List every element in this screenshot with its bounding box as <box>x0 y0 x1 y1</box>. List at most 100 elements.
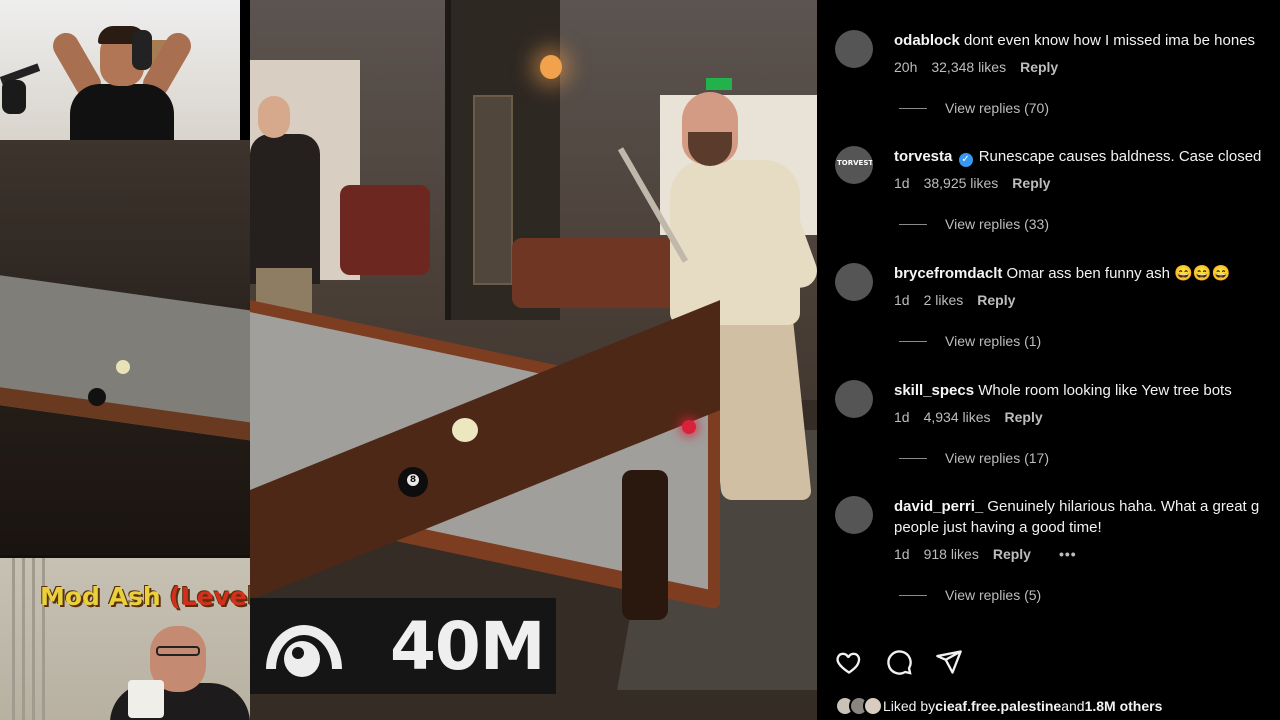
armchair <box>340 185 430 275</box>
comment-time: 1d <box>894 292 910 308</box>
comment-username[interactable]: david_perri_ <box>894 498 983 515</box>
red-light <box>682 420 696 434</box>
comment-username[interactable]: skill_specs <box>894 382 974 399</box>
comment-likes[interactable]: 32,348 likes <box>931 59 1006 75</box>
pool-table-leg <box>622 470 668 620</box>
comment-likes[interactable]: 38,925 likes <box>924 175 999 191</box>
comment-body: brycefromdaclt Omar ass ben funny ash 😄😄… <box>894 263 1280 308</box>
liked-by-prefix: Liked by <box>883 698 936 714</box>
mod-mug <box>128 680 164 718</box>
liked-by-middle: and <box>1061 698 1085 714</box>
bystander-head <box>258 96 290 138</box>
view-replies-dash <box>899 223 927 225</box>
view-replies-dash <box>899 340 927 342</box>
comment-meta: 20h 32,348 likes Reply <box>894 59 1280 75</box>
comment-username[interactable]: torvesta <box>894 148 952 165</box>
reply-button[interactable]: Reply <box>977 292 1015 308</box>
view-replies-button[interactable]: View replies (33) <box>899 216 1049 232</box>
cue-ball <box>452 418 478 442</box>
comment-line: david_perri_ Genuinely hilarious haha. W… <box>894 496 1280 517</box>
streamer-webcam <box>0 0 240 140</box>
comment-line: brycefromdaclt Omar ass ben funny ash 😄😄… <box>894 263 1280 284</box>
comment-meta: 1d 38,925 likes Reply <box>894 175 1280 191</box>
comment-time: 1d <box>894 175 910 191</box>
mod-cam-title-main: Mod Ash <box>40 582 170 611</box>
video-preview-left <box>0 140 250 555</box>
views-overlay: 40M <box>250 598 556 694</box>
comment-line: torvesta ✓ Runescape causes baldness. Ca… <box>894 146 1280 167</box>
comment-time: 1d <box>894 409 910 425</box>
eight-ball-number: 8 <box>407 474 419 486</box>
heart-icon[interactable] <box>835 648 863 676</box>
view-replies-dash <box>899 594 927 596</box>
exit-sign <box>706 78 732 90</box>
comment-username[interactable]: odablock <box>894 32 960 49</box>
verified-badge-icon: ✓ <box>958 153 973 167</box>
comment-text: dont even know how I missed ima be hones <box>964 32 1256 49</box>
view-replies-button[interactable]: View replies (5) <box>899 587 1041 603</box>
avatar[interactable] <box>835 30 873 68</box>
mod-ash-cam: Mod Ash (Level <box>0 555 250 720</box>
bystander-body <box>250 134 320 284</box>
comment-body: david_perri_ Genuinely hilarious haha. W… <box>894 496 1280 562</box>
comment-username[interactable]: brycefromdaclt <box>894 265 1002 282</box>
view-replies-button[interactable]: View replies (1) <box>899 333 1041 349</box>
view-replies-label: View replies (5) <box>945 587 1042 603</box>
view-replies-label: View replies (70) <box>945 100 1050 116</box>
comment-text: Runescape causes baldness. Case closed <box>978 148 1262 165</box>
comment-body: odablock dont even know how I missed ima… <box>894 30 1280 75</box>
comments-panel[interactable]: odablock dont even know how I missed ima… <box>817 0 1280 720</box>
more-options-icon[interactable]: ••• <box>1059 546 1077 562</box>
mod-glasses <box>156 646 200 656</box>
comment-likes[interactable]: 4,934 likes <box>924 409 991 425</box>
comment-line: skill_specs Whole room looking like Yew … <box>894 380 1280 401</box>
liked-by-user[interactable]: cieaf.free.palestine <box>935 698 1061 714</box>
reply-button[interactable]: Reply <box>993 546 1031 562</box>
avatar[interactable]: TORVESTA <box>835 146 873 184</box>
preview-cue-ball <box>116 360 130 374</box>
view-replies-label: View replies (17) <box>945 450 1050 466</box>
sofa <box>512 238 692 308</box>
view-replies-dash <box>899 457 927 459</box>
view-replies-dash <box>899 107 927 109</box>
comment-likes[interactable]: 918 likes <box>924 546 979 562</box>
reply-button[interactable]: Reply <box>1020 59 1058 75</box>
comment-meta: 1d 2 likes Reply <box>894 292 1280 308</box>
liker-avatar <box>863 696 883 716</box>
lamp <box>540 55 562 79</box>
avatar[interactable] <box>835 380 873 418</box>
preview-eight-ball <box>88 388 106 406</box>
views-count: 40M <box>390 607 546 685</box>
glass-panel <box>473 95 513 285</box>
liked-by-row[interactable]: Liked by cieaf.free.palestine and 1.8M o… <box>835 696 1162 716</box>
comment-body: skill_specs Whole room looking like Yew … <box>894 380 1280 425</box>
share-icon[interactable] <box>935 648 963 676</box>
liked-by-others[interactable]: 1.8M others <box>1085 698 1163 714</box>
comment-text: Omar ass ben funny ash 😄😄😄 <box>1006 265 1231 282</box>
headphones <box>132 30 152 70</box>
comment-time: 20h <box>894 59 918 75</box>
comment-line-2: people just having a good time! <box>894 519 1102 536</box>
comment-body: torvesta ✓ Runescape causes baldness. Ca… <box>894 146 1280 191</box>
eye-pupil <box>284 641 320 677</box>
comment-icon[interactable] <box>885 648 913 676</box>
mod-cam-title-accent: (Level <box>169 582 250 611</box>
view-replies-label: View replies (33) <box>945 216 1050 232</box>
avatar-label: TORVESTA <box>837 159 873 167</box>
comment-text: Genuinely hilarious haha. What a great g <box>987 498 1260 515</box>
comment-time: 1d <box>894 546 910 562</box>
post-actions <box>835 648 963 676</box>
mod-cam-title: Mod Ash (Level <box>40 582 250 611</box>
view-replies-button[interactable]: View replies (17) <box>899 450 1049 466</box>
liker-avatars <box>835 696 883 716</box>
reply-button[interactable]: Reply <box>1005 409 1043 425</box>
view-replies-button[interactable]: View replies (70) <box>899 100 1049 116</box>
reply-button[interactable]: Reply <box>1012 175 1050 191</box>
comment-likes[interactable]: 2 likes <box>924 292 964 308</box>
microphone <box>2 80 26 114</box>
avatar[interactable] <box>835 263 873 301</box>
main-video[interactable]: 8 40M <box>250 0 817 720</box>
streamer-body <box>70 84 174 140</box>
view-replies-label: View replies (1) <box>945 333 1042 349</box>
avatar[interactable] <box>835 496 873 534</box>
